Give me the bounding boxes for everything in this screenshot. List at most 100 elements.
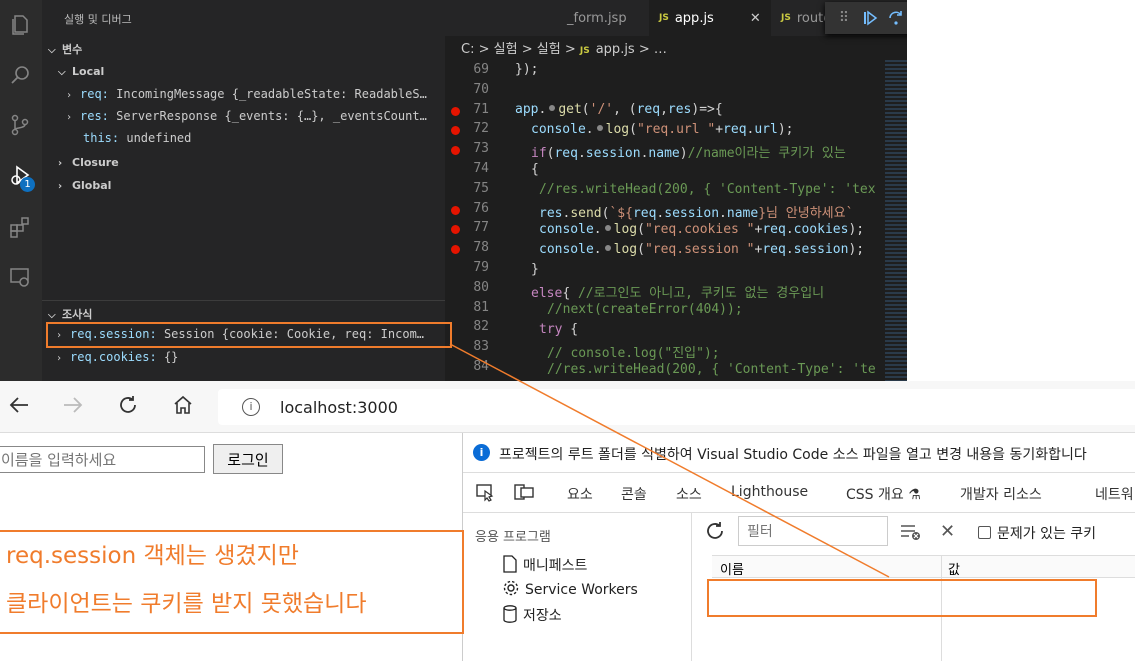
tab-app-js[interactable]: JS app.js ✕ — [649, 0, 771, 36]
tab-console[interactable]: 콘솔 — [621, 484, 647, 504]
site-info-icon[interactable]: i — [242, 398, 260, 416]
tab-sources[interactable]: 소스 — [676, 484, 702, 504]
tab-label: _form.jsp — [567, 10, 627, 26]
highlight-empty-cookies — [707, 579, 1097, 617]
remote-explorer-icon[interactable] — [5, 262, 35, 292]
tab-network[interactable]: 네트워 — [1095, 484, 1134, 504]
info-icon: i — [473, 444, 490, 461]
variable-value: ServerResponse {_events: {…}, _eventsCou… — [116, 109, 427, 123]
debug-badge: 1 — [20, 177, 35, 192]
source-control-icon[interactable] — [5, 110, 35, 140]
url-text: localhost:3000 — [280, 398, 398, 417]
local-scope[interactable]: ⌵ Local — [58, 65, 104, 78]
variable-row[interactable]: › req: IncomingMessage {_readableState: R… — [66, 87, 441, 101]
breakpoint-icon[interactable] — [451, 106, 460, 116]
variable-name: this: — [83, 131, 120, 145]
login-button[interactable]: 로그인 — [213, 444, 283, 474]
breadcrumb-file[interactable]: app.js — [596, 42, 635, 57]
watch-section-label: 조사식 — [62, 308, 93, 321]
breadcrumb-folder[interactable]: 실험 — [537, 42, 561, 57]
code-line-81: //next(createError(404)); — [547, 302, 743, 317]
code-line-74: { — [531, 162, 539, 177]
closure-scope[interactable]: › Closure — [58, 156, 119, 169]
line-number: 75 — [473, 180, 489, 196]
address-bar[interactable]: i localhost:3000 — [218, 389, 1135, 425]
column-value[interactable]: 값 — [948, 559, 960, 578]
breadcrumb-separator: > — [521, 42, 533, 57]
watch-name: req.cookies: — [70, 350, 157, 364]
continue-icon[interactable] — [859, 7, 881, 29]
tab-elements[interactable]: 요소 — [567, 484, 593, 504]
refresh-icon[interactable] — [117, 394, 139, 421]
inspect-element-icon[interactable] — [475, 482, 495, 506]
chevron-right-icon: › — [58, 181, 63, 192]
variable-value: undefined — [126, 131, 192, 145]
checkbox[interactable] — [978, 526, 991, 539]
activity-bar: 1 — [0, 0, 42, 381]
breadcrumb-tail: … — [653, 42, 667, 57]
devtools-panel: i 프로젝트의 루트 폴더를 식별하여 Visual Studio Code 소… — [462, 433, 1135, 661]
variable-row[interactable]: this: undefined — [83, 131, 458, 145]
annotation-note: req.session 객체는 생겼지만 클라이언트는 쿠키를 받지 못했습니다 — [0, 530, 464, 634]
code-line-78: console. log("req.session "+req.session); — [539, 242, 865, 257]
global-scope[interactable]: › Global — [58, 179, 111, 192]
problem-cookies-toggle[interactable]: 문제가 있는 쿠키 — [978, 523, 1096, 543]
back-icon[interactable] — [8, 394, 30, 421]
code-line-75: //res.writeHead(200, { 'Content-Type': '… — [539, 182, 876, 197]
tree-item-service-workers[interactable]: Service Workers — [503, 580, 638, 600]
tree-item-storage[interactable]: 저장소 — [503, 605, 562, 627]
tab-label: CSS 개요 — [846, 487, 904, 503]
filter-input[interactable] — [738, 516, 888, 546]
tab-lighthouse[interactable]: Lighthouse — [731, 484, 808, 500]
local-scope-label: Local — [72, 65, 105, 78]
tab-developer-resources[interactable]: 개발자 리소스 — [960, 484, 1042, 504]
tab-css-overview[interactable]: CSS 개요 ⚗ — [846, 484, 921, 504]
forward-icon[interactable] — [62, 394, 84, 421]
device-toolbar-icon[interactable] — [513, 482, 535, 506]
code-line-72: console. log("req.url "+req.url); — [531, 122, 794, 137]
chevron-down-icon: ⌵ — [58, 67, 66, 78]
extensions-icon[interactable] — [5, 212, 35, 242]
step-over-icon[interactable] — [885, 7, 907, 29]
refresh-icon[interactable] — [704, 520, 726, 546]
variables-section-header[interactable]: ⌵ 변수 — [48, 41, 82, 57]
annotation-line-1: req.session 객체는 생겼지만 — [6, 543, 299, 569]
home-icon[interactable] — [172, 394, 194, 421]
drag-handle-icon[interactable]: ⠿ — [833, 7, 855, 29]
js-file-icon: JS — [659, 13, 669, 23]
tree-label: Service Workers — [525, 582, 638, 598]
close-icon[interactable]: ✕ — [750, 11, 761, 26]
tree-item-manifest[interactable]: 매니페스트 — [503, 555, 587, 577]
gear-icon — [503, 580, 519, 600]
code-line-76: res.send(`${req.session.name}님 안녕하세요` — [539, 206, 854, 221]
code-line-80: else{ //로그인도 아니고, 쿠키도 없는 경우입니 — [531, 286, 825, 301]
name-input[interactable] — [0, 446, 205, 473]
search-icon[interactable] — [5, 60, 35, 90]
breadcrumb-root[interactable]: C: — [461, 42, 474, 57]
code-line-73: if(req.session.name)//name이라는 쿠키가 있는 — [531, 146, 846, 161]
js-file-icon: JS — [781, 13, 791, 23]
chevron-right-icon: › — [66, 90, 73, 101]
breadcrumb-folder[interactable]: 실험 — [494, 42, 518, 57]
watch-section-header[interactable]: ⌵ 조사식 — [48, 306, 92, 322]
breakpoint-icon[interactable] — [451, 205, 460, 215]
tab-form-jsp[interactable]: _form.jsp — [557, 0, 649, 36]
watch-row[interactable]: › req.cookies: {} — [56, 350, 431, 364]
code-line-79: } — [531, 262, 539, 277]
explorer-icon[interactable] — [5, 10, 35, 40]
code-line-83: // console.log("진입"); — [547, 346, 720, 361]
chevron-right-icon: › — [66, 112, 73, 123]
clear-filter-icon[interactable] — [900, 523, 922, 545]
line-number: 81 — [473, 299, 489, 315]
cookies-table-header: 이름 값 — [712, 555, 1135, 578]
chevron-right-icon: › — [56, 353, 63, 364]
column-name[interactable]: 이름 — [720, 559, 744, 578]
line-number: 84 — [473, 359, 489, 374]
tree-label: 저장소 — [523, 608, 562, 624]
clear-all-icon[interactable]: ✕ — [940, 521, 955, 542]
application-sidebar: 응용 프로그램 매니페스트 Service Workers 저장소 — [463, 513, 692, 661]
minimap[interactable] — [885, 60, 907, 381]
flask-icon: ⚗ — [908, 487, 921, 503]
breadcrumb-separator: > — [638, 42, 650, 57]
variable-row[interactable]: › res: ServerResponse {_events: {…}, _eve… — [66, 109, 441, 123]
